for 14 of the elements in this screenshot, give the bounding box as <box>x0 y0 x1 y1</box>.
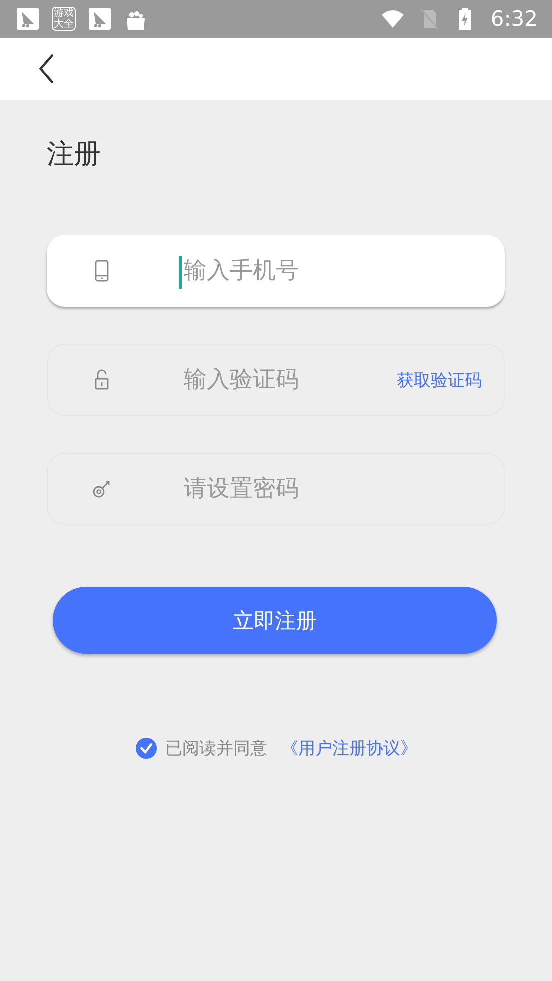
checkbox[interactable] <box>134 737 158 760</box>
back-icon[interactable] <box>38 54 56 84</box>
page-title: 注册 <box>47 138 102 172</box>
input-field[interactable]: 输入手机号 <box>182 257 386 285</box>
get-code-link[interactable]: 获取验证码 <box>397 368 482 392</box>
input-field[interactable]: 输入验证码 <box>182 366 386 394</box>
agreement-link[interactable]: 《用户注册协议》 <box>282 737 418 760</box>
clock: 6:32 <box>490 7 538 31</box>
input-field[interactable]: 请设置密码 <box>182 475 386 503</box>
app-icon <box>88 7 112 31</box>
register-button[interactable]: 立即注册 <box>53 587 497 654</box>
app-icon <box>16 7 40 31</box>
agreement-text: 已阅读并同意 <box>166 738 268 760</box>
app-icon: 游戏大全 <box>52 7 76 31</box>
